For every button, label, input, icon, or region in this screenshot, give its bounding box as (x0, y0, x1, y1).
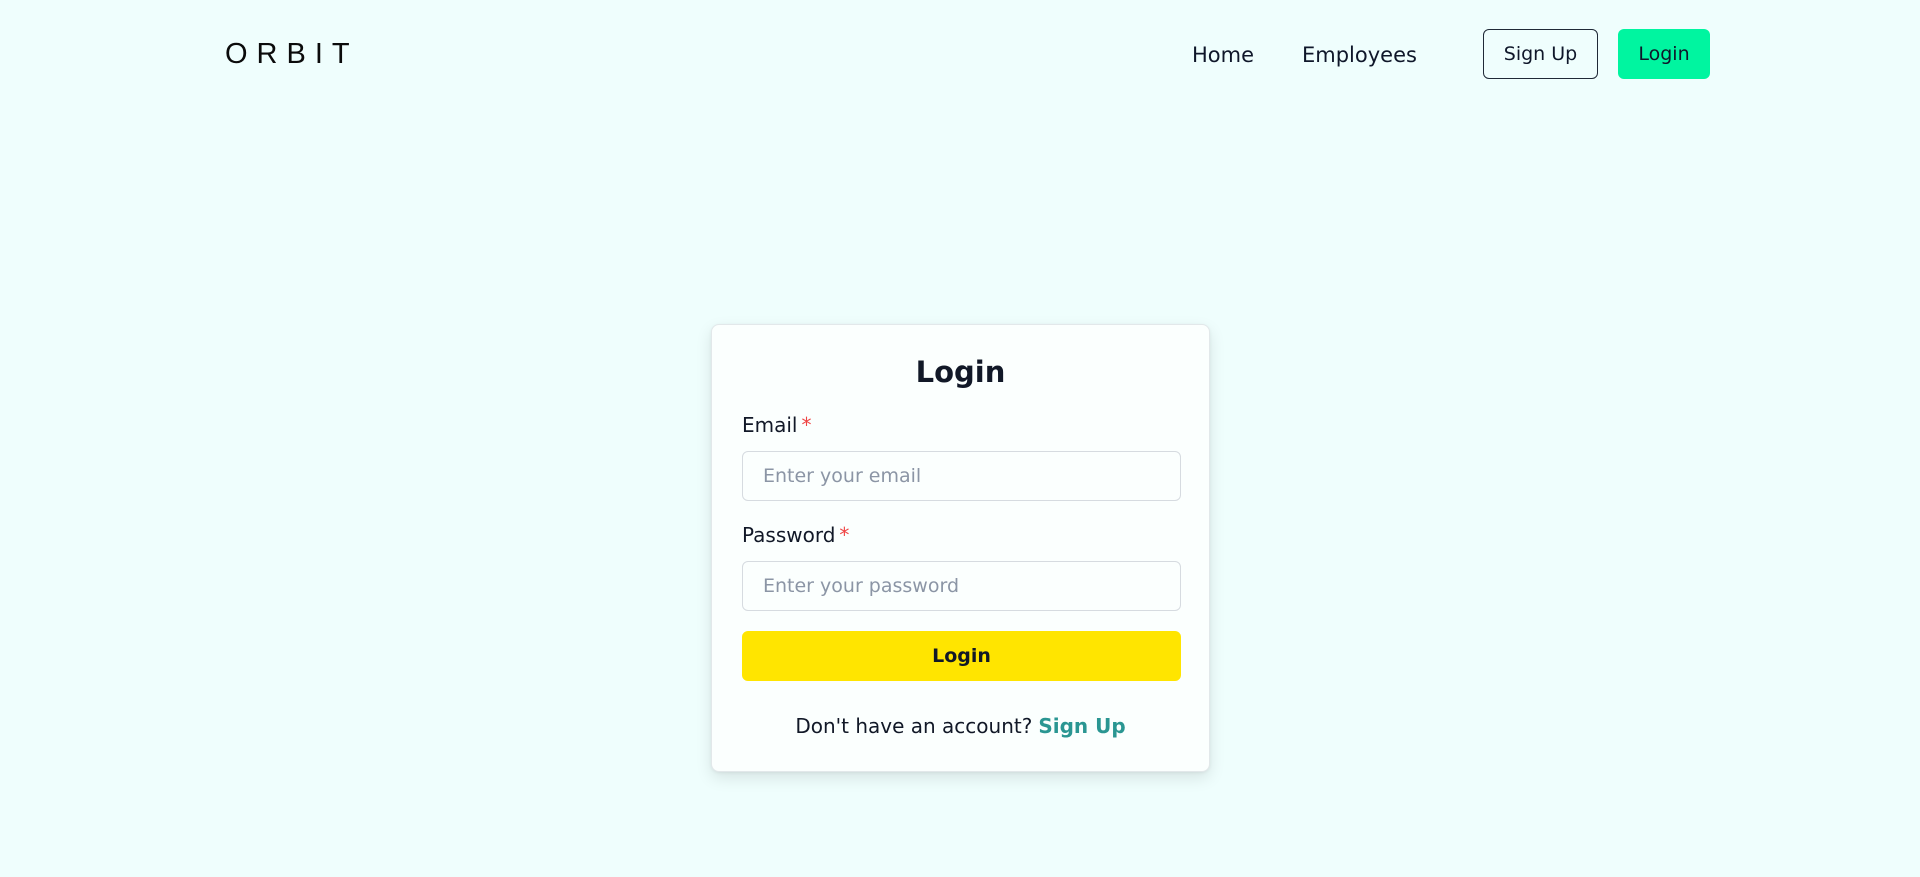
nav-link-home[interactable]: Home (1192, 40, 1254, 70)
login-submit-button[interactable]: Login (742, 631, 1181, 681)
login-card: Login Email* Password* Login Don't have … (711, 324, 1210, 772)
password-input[interactable] (742, 561, 1181, 611)
signup-link[interactable]: Sign Up (1038, 714, 1125, 738)
email-required-mark: * (801, 413, 812, 437)
email-label-text: Email (742, 413, 798, 437)
password-required-mark: * (839, 523, 850, 547)
email-label: Email * (742, 413, 812, 437)
password-label-text: Password (742, 523, 836, 547)
header-signup-button[interactable]: Sign Up (1483, 29, 1598, 79)
top-navbar: ORBIT Home Employees Sign Up Login (0, 0, 1920, 110)
login-title: Login (915, 355, 1006, 389)
orbit-logo[interactable]: ORBIT (225, 39, 359, 69)
password-label: Password * (742, 523, 849, 547)
nav-link-employees[interactable]: Employees (1302, 40, 1417, 70)
signup-prompt-text: Don't have an account? (795, 714, 1033, 738)
email-input[interactable] (742, 451, 1181, 501)
signup-prompt: Don't have an account? Sign Up (712, 714, 1209, 738)
header-login-button[interactable]: Login (1618, 29, 1710, 79)
